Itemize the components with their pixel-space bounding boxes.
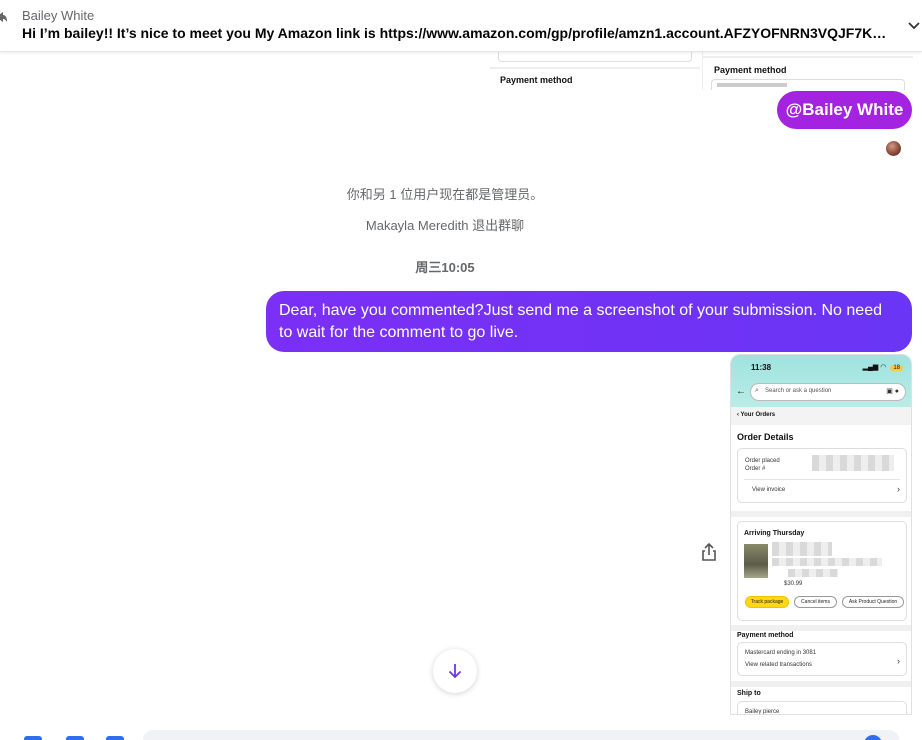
status-time: 11:38 bbox=[751, 363, 772, 372]
sticker-icon[interactable] bbox=[106, 736, 124, 740]
payment-card: Mastercard ending in 3081 View related t… bbox=[737, 642, 907, 676]
search-icon: ⌕ bbox=[755, 387, 759, 394]
camera-mic-icon: ▣ ● bbox=[886, 388, 899, 395]
outgoing-message-bubble[interactable]: Dear, have you commented?Just send me a … bbox=[266, 291, 912, 352]
chevron-right-icon: › bbox=[897, 656, 900, 666]
arrow-down-icon bbox=[448, 664, 462, 679]
reply-sender-name: Bailey White bbox=[22, 8, 95, 23]
blurred-region bbox=[812, 455, 894, 471]
product-price: $30.99 bbox=[784, 581, 803, 587]
avatar[interactable] bbox=[886, 141, 901, 156]
message-input[interactable] bbox=[143, 730, 899, 740]
scroll-to-bottom-button[interactable] bbox=[433, 649, 477, 693]
blurred-region bbox=[772, 558, 882, 566]
reply-message-text: Hi I’m bailey!! It’s nice to meet you My… bbox=[22, 25, 890, 41]
previous-image-attachment[interactable]: Payment method Payment method bbox=[490, 52, 913, 90]
chevron-down-icon[interactable] bbox=[906, 18, 922, 34]
status-icons: ▂▄▆ ◠ 18 bbox=[863, 363, 903, 371]
image-detail bbox=[490, 67, 700, 69]
chevron-right-icon: › bbox=[897, 484, 900, 494]
breadcrumb: ‹ Your Orders bbox=[731, 407, 911, 425]
cancel-items-button: Cancel items bbox=[794, 596, 837, 608]
product-image bbox=[744, 544, 768, 578]
add-icon[interactable] bbox=[24, 736, 42, 740]
system-message: 你和另 1 位用户现在都是管理员。 bbox=[346, 187, 544, 202]
shipment-card: Arriving Thursday $30.99 Track package C… bbox=[737, 521, 907, 621]
blurred-region bbox=[788, 569, 838, 577]
track-package-button: Track package bbox=[745, 596, 789, 608]
blurred-region bbox=[772, 542, 832, 556]
order-info-card: Order placed Order # View invoice › bbox=[737, 448, 907, 503]
message-timestamp: 周三10:05 bbox=[415, 260, 475, 275]
order-details-heading: Order Details bbox=[737, 432, 794, 442]
image-attachment[interactable]: 11:38 ▂▄▆ ◠ 18 ← ⌕ Search or ask a quest… bbox=[730, 354, 912, 715]
image-column: Payment method bbox=[702, 52, 913, 90]
phone-search-bar: ⌕ Search or ask a question ▣ ● bbox=[750, 383, 906, 401]
back-arrow-icon: ← bbox=[736, 386, 746, 397]
phone-header: 11:38 ▂▄▆ ◠ 18 ← ⌕ Search or ask a quest… bbox=[731, 355, 911, 407]
image-label: Payment method bbox=[714, 65, 787, 75]
ship-to-card: Bailey pierce bbox=[737, 701, 907, 714]
payment-heading: Payment method bbox=[737, 632, 794, 639]
system-message: Makayla Meredith 退出群聊 bbox=[365, 218, 525, 233]
image-icon[interactable] bbox=[66, 736, 84, 740]
image-label: Payment method bbox=[500, 75, 573, 85]
ask-question-button: Ask Product Question bbox=[842, 596, 904, 608]
reply-preview[interactable]: Bailey White Hi I’m bailey!! It’s nice t… bbox=[0, 0, 922, 52]
search-placeholder: Search or ask a question bbox=[765, 388, 832, 394]
mention-message-bubble[interactable]: @Bailey White bbox=[777, 91, 912, 129]
reply-arrow-icon bbox=[0, 12, 7, 22]
share-icon[interactable] bbox=[700, 542, 718, 562]
image-detail bbox=[498, 52, 692, 62]
ship-to-heading: Ship to bbox=[737, 690, 761, 697]
